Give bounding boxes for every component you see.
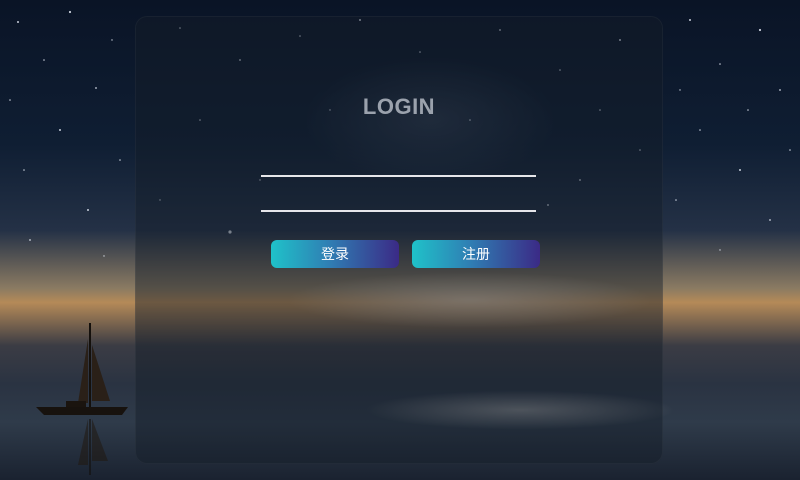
sailboat-silhouette	[36, 323, 128, 475]
login-title: LOGIN	[362, 94, 436, 119]
login-panel: LOGIN 登录 注册	[135, 16, 663, 464]
register-button[interactable]: 注册	[412, 240, 540, 268]
login-button[interactable]: 登录	[271, 240, 399, 268]
username-input[interactable]	[261, 151, 536, 177]
password-input[interactable]	[261, 186, 536, 212]
